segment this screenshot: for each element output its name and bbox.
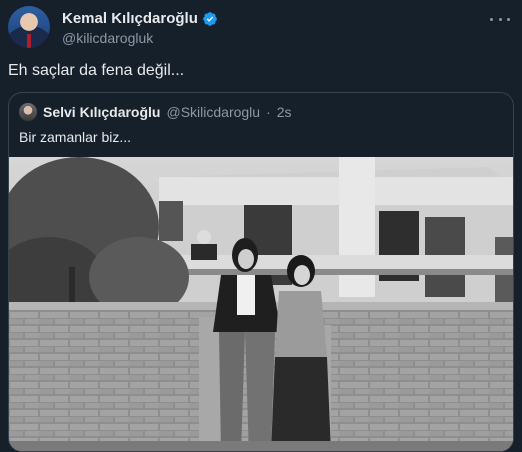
author-handle[interactable]: @kilicdarogluk <box>62 30 153 46</box>
quoted-tweet-header: Selvi Kılıçdaroğlu @Skilicdaroglu · 2s <box>19 103 292 121</box>
quoted-author-name: Selvi Kılıçdaroğlu <box>43 104 161 120</box>
more-dot <box>498 17 502 21</box>
quoted-photo[interactable] <box>9 157 513 451</box>
tweet-text: Eh saçlar da fena değil... <box>8 62 185 79</box>
avatar-tie <box>27 34 31 48</box>
more-options-icon[interactable] <box>490 12 510 26</box>
quoted-author-avatar <box>19 103 37 121</box>
author-avatar[interactable] <box>8 6 50 48</box>
quoted-separator: · <box>266 104 271 120</box>
verified-badge-icon <box>203 11 217 26</box>
quoted-tweet[interactable]: Selvi Kılıçdaroğlu @Skilicdaroglu · 2s B… <box>8 92 514 452</box>
vintage-photo-illustration <box>9 157 513 451</box>
tweet: Kemal Kılıçdaroğlu @kilicdarogluk Eh saç… <box>0 0 522 452</box>
author-name-row: Kemal Kılıçdaroğlu <box>62 10 218 27</box>
more-dot <box>490 17 493 21</box>
more-dot <box>507 17 510 21</box>
quoted-timestamp: 2s <box>276 104 292 120</box>
quoted-author-handle: @Skilicdaroglu <box>166 104 261 120</box>
tweet-header: Kemal Kılıçdaroğlu @kilicdarogluk <box>8 6 514 50</box>
author-name[interactable]: Kemal Kılıçdaroğlu <box>62 10 198 27</box>
quoted-tweet-text: Bir zamanlar biz... <box>19 129 132 145</box>
